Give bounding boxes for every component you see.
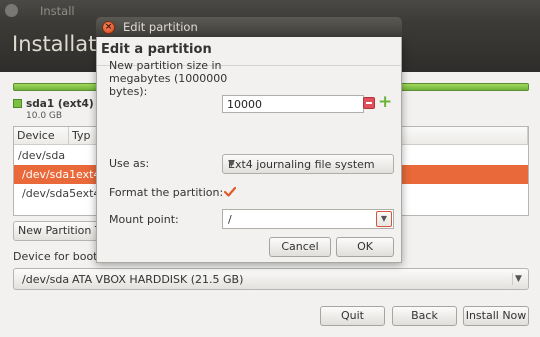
install-now-button[interactable]: Install Now bbox=[463, 306, 529, 326]
boot-loader-label: Device for boot l bbox=[13, 250, 105, 263]
back-button[interactable]: Back bbox=[392, 306, 457, 326]
partition-legend-swatch bbox=[13, 99, 22, 108]
chevron-down-icon: ▼ bbox=[228, 159, 235, 169]
mount-point-value: / bbox=[228, 213, 232, 226]
new-partition-table-button[interactable]: New Partition Ta bbox=[13, 221, 103, 241]
size-label-line2: megabytes (1000000 bbox=[109, 72, 228, 85]
format-partition-checkbox[interactable] bbox=[224, 186, 236, 198]
partition-legend-name: sda1 (ext4) bbox=[26, 98, 94, 110]
cancel-button[interactable]: Cancel bbox=[269, 237, 331, 257]
partition-size-input[interactable]: 10000 bbox=[222, 95, 364, 113]
device-cell: /dev/sda bbox=[18, 149, 66, 162]
device-cell: /dev/sda5 bbox=[22, 187, 77, 200]
increase-size-button[interactable]: + bbox=[378, 94, 392, 111]
dialog-heading: Edit a partition bbox=[101, 42, 212, 57]
partition-legend-size: 10.0 GB bbox=[26, 111, 63, 121]
mount-point-input[interactable]: / ▼ bbox=[222, 209, 394, 229]
chevron-down-icon[interactable]: ▼ bbox=[376, 211, 392, 227]
boot-loader-select[interactable]: /dev/sda ATA VBOX HARDDISK (21.5 GB) ▼ bbox=[13, 268, 529, 290]
dialog-titlebar: × Edit partition bbox=[96, 17, 402, 37]
window-title: Install bbox=[40, 4, 75, 18]
chevron-down-icon: ▼ bbox=[512, 273, 524, 285]
format-label: Format the partition: bbox=[109, 186, 224, 199]
boot-device: /dev/sda bbox=[22, 273, 70, 286]
device-cell: /dev/sda1 bbox=[22, 168, 77, 181]
dialog-window-title: Edit partition bbox=[123, 20, 198, 34]
ok-button[interactable]: OK bbox=[336, 237, 394, 257]
mount-point-label: Mount point: bbox=[109, 213, 179, 226]
size-label-line1: New partition size in bbox=[109, 59, 222, 72]
use-as-label: Use as: bbox=[109, 157, 150, 170]
quit-button[interactable]: Quit bbox=[320, 306, 385, 326]
close-icon[interactable] bbox=[5, 4, 18, 17]
boot-device-description: ATA VBOX HARDDISK (21.5 GB) bbox=[72, 273, 244, 286]
column-header-device[interactable]: Device bbox=[14, 127, 69, 145]
close-icon[interactable]: × bbox=[102, 21, 115, 34]
size-label-line3: bytes): bbox=[109, 85, 148, 98]
decrease-size-button[interactable] bbox=[363, 97, 375, 109]
use-as-select[interactable]: Ext4 journaling file system ▼ bbox=[222, 154, 394, 174]
edit-partition-dialog: Edit a partition New partition size in m… bbox=[96, 37, 402, 263]
partition-size-value: 10000 bbox=[227, 98, 262, 111]
